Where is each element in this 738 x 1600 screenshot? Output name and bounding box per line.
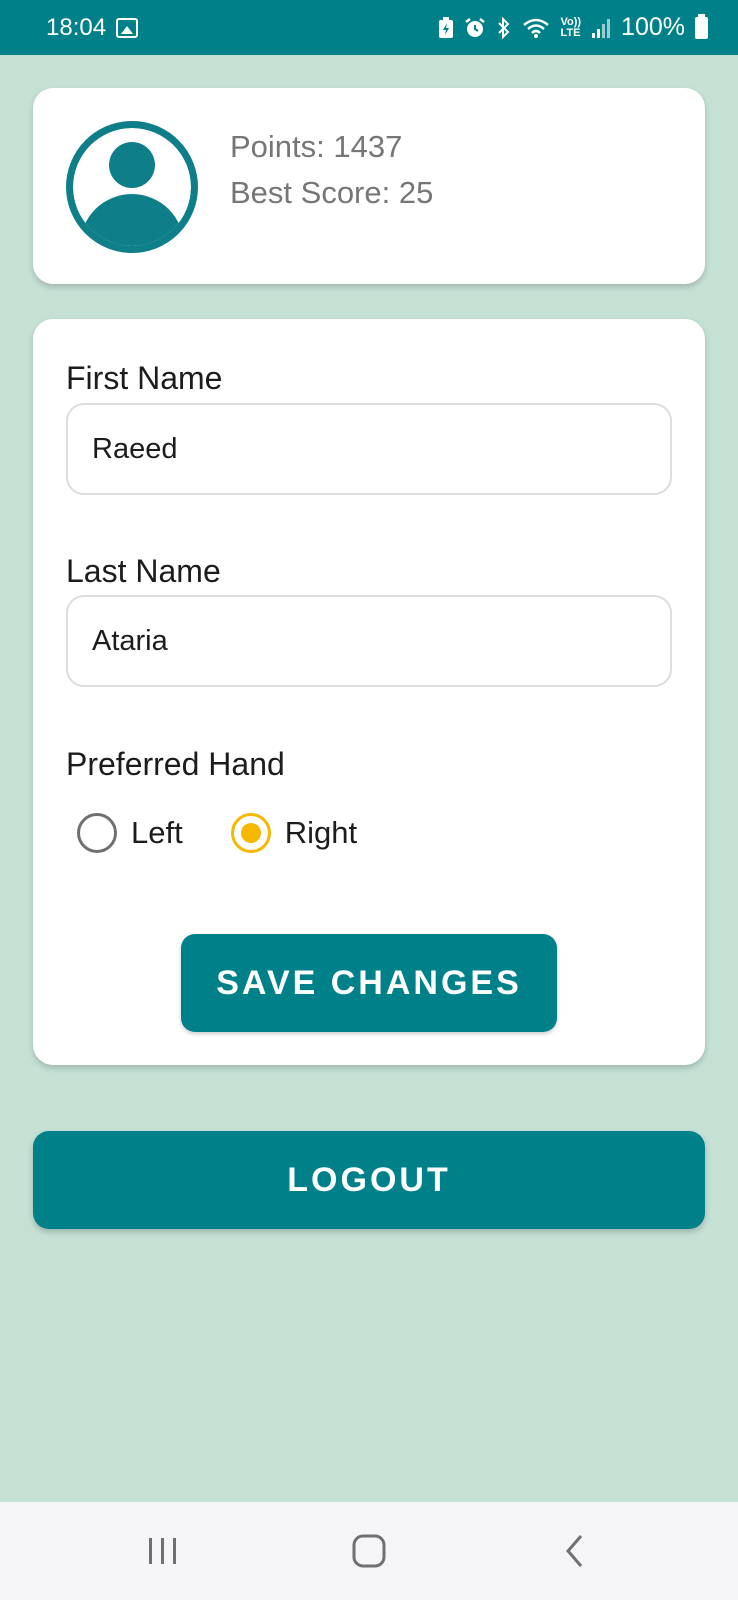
avatar-icon[interactable] xyxy=(66,121,198,253)
first-name-input[interactable] xyxy=(66,403,672,495)
radio-option-right[interactable]: Right xyxy=(230,813,358,853)
last-name-input[interactable] xyxy=(66,595,672,687)
first-name-label: First Name xyxy=(66,360,223,396)
status-bar: 18:04 Vo)) LTE 100% xyxy=(0,0,738,55)
back-icon[interactable] xyxy=(545,1521,605,1581)
preferred-hand-radio-group: Left Right xyxy=(77,813,405,853)
volte-indicator: Vo)) LTE xyxy=(560,15,582,39)
radio-left-label: Left xyxy=(131,815,183,850)
recent-apps-icon[interactable] xyxy=(133,1521,193,1581)
radio-right-icon[interactable] xyxy=(230,813,271,853)
save-changes-button[interactable]: SAVE CHANGES xyxy=(181,934,557,1032)
best-score-text: Best Score: 25 xyxy=(230,175,434,210)
battery-saver-icon xyxy=(439,16,454,38)
profile-card: Points: 1437 Best Score: 25 xyxy=(33,88,705,284)
points-text: Points: 1437 xyxy=(230,129,403,164)
volte-label: Vo)) xyxy=(560,15,582,28)
preferred-hand-label: Preferred Hand xyxy=(66,746,285,782)
wifi-icon xyxy=(523,18,550,38)
status-right: Vo)) LTE 100% xyxy=(438,13,708,42)
status-time: 18:04 xyxy=(46,13,107,41)
radio-option-left[interactable]: Left xyxy=(77,813,183,853)
avatar-head xyxy=(109,142,155,188)
navigation-bar xyxy=(0,1502,738,1600)
signal-icon xyxy=(592,18,611,38)
lte-label: LTE xyxy=(560,26,581,39)
home-icon[interactable] xyxy=(339,1521,399,1581)
avatar-body xyxy=(80,194,184,246)
gallery-notification-icon xyxy=(116,17,139,38)
edit-profile-card: First Name Last Name Preferred Hand Left… xyxy=(33,319,705,1065)
status-left: 18:04 xyxy=(46,13,139,42)
battery-icon xyxy=(695,13,708,39)
profile-stats: Points: 1437 Best Score: 25 xyxy=(230,124,433,216)
battery-level: 100% xyxy=(621,13,685,41)
alarm-icon xyxy=(465,17,486,37)
avatar-inner xyxy=(73,128,191,246)
radio-right-label: Right xyxy=(284,815,358,850)
radio-left-icon[interactable] xyxy=(77,813,117,853)
logout-button[interactable]: LOGOUT xyxy=(33,1131,705,1229)
last-name-label: Last Name xyxy=(66,553,221,589)
bluetooth-icon xyxy=(498,16,510,39)
